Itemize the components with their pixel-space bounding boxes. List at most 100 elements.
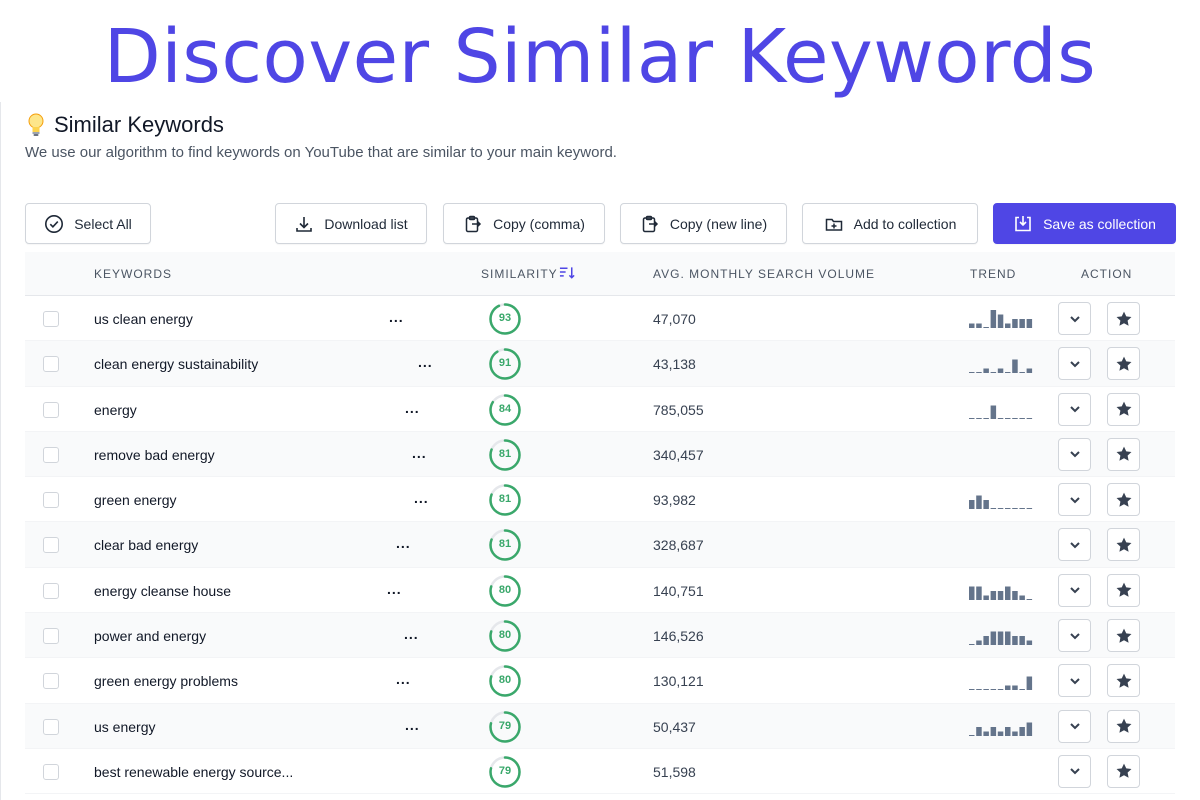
trend-bar <box>969 734 975 736</box>
expand-row-button[interactable] <box>1058 664 1091 698</box>
favorite-button[interactable] <box>1107 754 1140 788</box>
row-checkbox[interactable] <box>43 492 59 509</box>
expand-row-button[interactable] <box>1058 392 1091 426</box>
section-header: Similar Keywords <box>26 112 224 138</box>
download-list-button[interactable]: Download list <box>275 203 427 244</box>
favorite-button[interactable] <box>1107 483 1140 517</box>
trend-sparkline <box>969 761 1035 781</box>
row-checkbox[interactable] <box>43 401 59 418</box>
more-options-ellipsis[interactable]: ... <box>405 400 420 416</box>
more-options-ellipsis[interactable]: ... <box>396 671 411 687</box>
more-options-ellipsis[interactable]: ... <box>396 535 411 551</box>
select-all-button[interactable]: Select All <box>25 203 151 244</box>
table-row: energy ... 84 785,055 <box>25 387 1175 432</box>
clipboard-icon <box>465 215 482 232</box>
trend-bar <box>976 417 982 419</box>
keyword-text: energy <box>94 401 137 418</box>
more-options-ellipsis[interactable]: ... <box>414 490 429 506</box>
more-options-ellipsis[interactable]: ... <box>418 354 433 370</box>
sort-descending-icon <box>559 267 575 279</box>
trend-bar <box>997 731 1004 736</box>
more-options-ellipsis[interactable]: ... <box>412 445 427 461</box>
save-as-collection-label: Save as collection <box>1043 215 1156 232</box>
search-volume: 43,138 <box>653 356 696 373</box>
trend-bar <box>1005 372 1011 374</box>
row-checkbox[interactable] <box>43 673 59 690</box>
row-checkbox[interactable] <box>43 537 59 554</box>
search-volume: 51,598 <box>653 763 696 780</box>
favorite-button[interactable] <box>1107 664 1140 698</box>
similarity-value: 80 <box>498 629 512 642</box>
more-options-ellipsis[interactable]: ... <box>389 309 404 325</box>
copy-new-line-button[interactable]: Copy (new line) <box>620 203 787 244</box>
volume-column-header: AVG. MONTHLY SEARCH VOLUME <box>653 267 876 281</box>
similarity-value: 84 <box>498 402 512 415</box>
keyword-text: green energy <box>94 492 177 509</box>
trend-bar <box>1012 590 1018 600</box>
favorite-button[interactable] <box>1107 619 1140 653</box>
expand-row-button[interactable] <box>1058 437 1091 471</box>
star-icon <box>1116 764 1131 779</box>
keyword-text: us energy <box>94 718 156 735</box>
search-volume: 130,121 <box>653 673 704 690</box>
row-checkbox[interactable] <box>43 763 59 780</box>
favorite-button[interactable] <box>1107 437 1140 471</box>
expand-row-button[interactable] <box>1058 709 1091 743</box>
keyword-text: green energy problems <box>94 673 238 690</box>
table-header: KEYWORDS SIMILARITY AVG. MONTHLY SEARCH … <box>25 252 1175 296</box>
favorite-button[interactable] <box>1107 573 1140 607</box>
expand-row-button[interactable] <box>1058 302 1091 335</box>
row-checkbox[interactable] <box>43 718 59 735</box>
similarity-score: 84 <box>488 393 522 427</box>
row-checkbox[interactable] <box>43 446 59 463</box>
row-checkbox[interactable] <box>43 356 59 373</box>
table-row: green energy problems ... 80 130,121 <box>25 658 1175 704</box>
trend-bar <box>990 726 997 736</box>
similarity-column-header[interactable]: SIMILARITY <box>481 267 576 281</box>
trend-bar <box>997 508 1004 510</box>
table-row: power and energy ... 80 146,526 <box>25 613 1175 659</box>
trend-bar <box>1026 640 1033 646</box>
folder-plus-icon <box>825 218 842 231</box>
table-row: remove bad energy ... 81 340,457 <box>25 431 1175 478</box>
trend-sparkline <box>969 722 1033 736</box>
keyword-text: best renewable energy source... <box>94 763 294 780</box>
similarity-value: 80 <box>498 674 512 687</box>
expand-row-button[interactable] <box>1058 754 1091 788</box>
similarity-value: 80 <box>498 583 512 596</box>
more-options-ellipsis[interactable]: ... <box>387 581 402 597</box>
similarity-score: 81 <box>488 438 522 472</box>
expand-row-button[interactable] <box>1058 483 1091 517</box>
row-checkbox[interactable] <box>43 311 59 327</box>
trend-bar <box>976 640 982 646</box>
search-volume: 328,687 <box>653 537 704 554</box>
more-options-ellipsis[interactable]: ... <box>404 626 419 642</box>
trend-sparkline <box>969 310 1033 328</box>
trend-bar <box>990 508 997 510</box>
add-to-collection-button[interactable]: Add to collection <box>802 203 978 244</box>
copy-new-line-label: Copy (new line) <box>669 215 768 232</box>
favorite-button[interactable] <box>1107 709 1140 743</box>
save-as-collection-button[interactable]: Save as collection <box>993 203 1176 244</box>
star-icon <box>1116 718 1131 733</box>
expand-row-button[interactable] <box>1058 619 1091 653</box>
favorite-button[interactable] <box>1107 392 1140 426</box>
more-options-ellipsis[interactable]: ... <box>405 717 420 733</box>
row-checkbox[interactable] <box>43 628 59 645</box>
favorite-button[interactable] <box>1107 302 1140 335</box>
chevron-down-icon <box>1069 406 1080 413</box>
expand-row-button[interactable] <box>1058 528 1091 562</box>
trend-bar <box>976 689 982 691</box>
expand-row-button[interactable] <box>1058 347 1091 381</box>
trend-bar <box>1005 323 1011 328</box>
expand-row-button[interactable] <box>1058 573 1091 607</box>
table-row: us energy ... 79 50,437 <box>25 703 1175 749</box>
favorite-button[interactable] <box>1107 347 1140 381</box>
row-checkbox[interactable] <box>43 582 59 599</box>
trend-bar <box>1019 508 1025 510</box>
keyword-text: remove bad energy <box>94 446 215 463</box>
save-download-icon <box>1015 215 1031 231</box>
trend-sparkline <box>969 534 1035 554</box>
favorite-button[interactable] <box>1107 528 1140 562</box>
copy-comma-button[interactable]: Copy (comma) <box>443 203 605 244</box>
